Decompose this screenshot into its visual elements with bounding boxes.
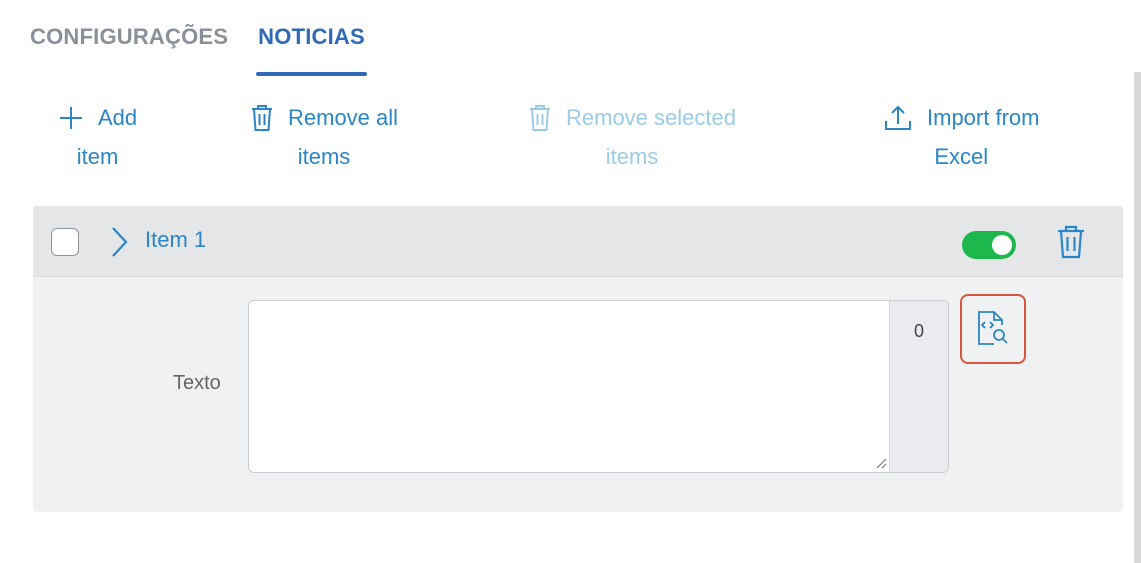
texto-textarea[interactable] xyxy=(249,301,890,472)
add-item-button[interactable]: Add item xyxy=(58,98,137,176)
code-preview-icon xyxy=(978,311,1008,345)
import-label-1: Import from xyxy=(927,105,1040,130)
remove-selected-label-1: Remove selected xyxy=(566,105,736,130)
char-counter: 0 xyxy=(889,301,948,472)
tab-configuracoes[interactable]: CONFIGURAÇÕES xyxy=(30,20,228,76)
remove-selected-items-button[interactable]: Remove selected items xyxy=(528,98,736,176)
trash-icon xyxy=(252,104,272,131)
item-card: Item 1 Texto 0 xyxy=(33,206,1123,512)
resize-handle-icon[interactable] xyxy=(875,457,887,469)
import-label-2: Excel xyxy=(934,144,989,169)
upload-icon xyxy=(885,105,911,130)
plus-icon xyxy=(60,106,82,129)
toolbar: Add item Remove all items Remove selecte… xyxy=(0,98,1130,178)
chevron-right-icon[interactable] xyxy=(109,225,129,259)
remove-all-label-1: Remove all xyxy=(288,105,399,130)
remove-selected-label-2: items xyxy=(605,144,659,169)
remove-all-label-2: items xyxy=(297,144,351,169)
item-title[interactable]: Item 1 xyxy=(145,224,206,256)
item-header[interactable]: Item 1 xyxy=(33,206,1123,277)
delete-item-icon[interactable] xyxy=(1056,225,1086,259)
item-enabled-toggle[interactable] xyxy=(962,231,1016,259)
scrollbar[interactable] xyxy=(1134,72,1141,563)
add-item-label-2: item xyxy=(76,144,119,169)
import-from-excel-button[interactable]: Import from Excel xyxy=(883,98,1039,176)
trash-icon xyxy=(530,104,550,131)
tab-noticias[interactable]: NOTICIAS xyxy=(256,20,367,76)
code-preview-button[interactable] xyxy=(960,294,1026,364)
texto-field: 0 xyxy=(248,300,949,473)
add-item-label-1: Add xyxy=(98,105,138,130)
item-select-checkbox[interactable] xyxy=(51,228,79,256)
remove-all-items-button[interactable]: Remove all items xyxy=(250,98,398,176)
tab-bar: CONFIGURAÇÕES NOTICIAS xyxy=(30,20,367,76)
texto-field-label: Texto xyxy=(173,372,221,394)
